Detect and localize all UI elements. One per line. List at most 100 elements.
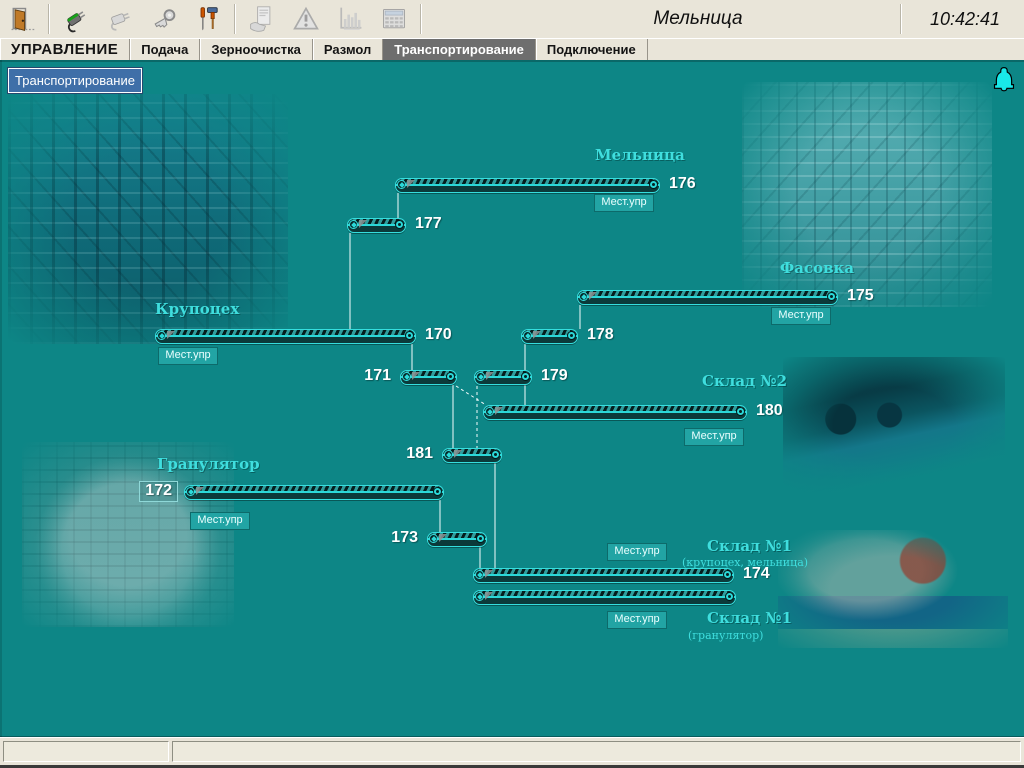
disconnect-plug-icon bbox=[98, 2, 142, 36]
conveyor-number-181: 181 bbox=[406, 445, 433, 463]
conveyor-176[interactable] bbox=[395, 178, 660, 193]
area-label: Гранулятор bbox=[157, 455, 260, 473]
local-control-button[interactable]: Мест.упр bbox=[594, 194, 654, 212]
conveyor-173[interactable] bbox=[427, 532, 487, 547]
chute-icon bbox=[485, 592, 493, 600]
conveyor-number-178: 178 bbox=[587, 326, 614, 344]
mimic-area: 176177175170178171179180181172173174Мест… bbox=[0, 60, 1024, 737]
conveyor-roller-right-icon bbox=[395, 220, 404, 229]
toolbar-separator bbox=[48, 4, 50, 34]
local-control-button[interactable]: Мест.упр bbox=[684, 428, 744, 446]
conveyor-roller-right-icon bbox=[725, 592, 734, 601]
conveyor-roller-right-icon bbox=[476, 534, 485, 543]
conveyor-175[interactable] bbox=[577, 290, 838, 305]
conveyor-roller-left-icon bbox=[444, 450, 453, 459]
local-control-button[interactable]: Мест.упр bbox=[607, 543, 667, 561]
alarm-triangle-icon bbox=[284, 2, 328, 36]
conveyor-roller-left-icon bbox=[157, 331, 166, 340]
conveyor-number-180: 180 bbox=[756, 402, 783, 420]
toolbar: Мельница 10:42:41 bbox=[0, 0, 1024, 39]
local-control-button[interactable]: Мест.упр bbox=[190, 512, 250, 530]
conveyor-roller-left-icon bbox=[402, 372, 411, 381]
conveyor-number-179: 179 bbox=[541, 367, 568, 385]
chute-icon bbox=[485, 570, 493, 578]
conveyor-number-173: 173 bbox=[391, 529, 418, 547]
conveyor-roller-right-icon bbox=[567, 331, 576, 340]
report-hand-icon bbox=[240, 2, 284, 36]
window-title: Мельница bbox=[653, 8, 742, 29]
local-control-button[interactable]: Мест.упр bbox=[771, 307, 831, 325]
area-label: Склад №2 bbox=[702, 372, 787, 390]
chute-icon bbox=[454, 450, 462, 458]
conveyor-number-177: 177 bbox=[415, 215, 442, 233]
tab-зерноочистка[interactable]: Зерноочистка bbox=[200, 39, 313, 61]
conveyor-181[interactable] bbox=[442, 448, 502, 463]
conveyor-number-175: 175 bbox=[847, 287, 874, 305]
key-icon[interactable] bbox=[142, 2, 186, 36]
chute-icon bbox=[407, 180, 415, 188]
conveyor-179[interactable] bbox=[474, 370, 532, 385]
conveyor-172[interactable] bbox=[184, 485, 444, 500]
conveyor-roller-right-icon bbox=[649, 180, 658, 189]
tab-подключение[interactable]: Подключение bbox=[536, 39, 648, 61]
conveyor-sklad1-granulator[interactable] bbox=[473, 590, 736, 605]
status-bar bbox=[0, 737, 1024, 766]
conveyor-roller-left-icon bbox=[397, 180, 406, 189]
area-label: Крупоцех bbox=[155, 300, 239, 318]
toolbar-separator bbox=[234, 4, 236, 34]
conveyor-180[interactable] bbox=[483, 405, 747, 420]
conveyor-number-170: 170 bbox=[425, 326, 452, 344]
exit-door-icon[interactable] bbox=[0, 2, 44, 36]
connect-plug-icon[interactable] bbox=[54, 2, 98, 36]
conveyor-diagram: 176177175170178171179180181172173174Мест… bbox=[0, 60, 1024, 737]
calculator-icon bbox=[372, 2, 416, 36]
toolbar-separator bbox=[900, 4, 902, 34]
local-control-button[interactable]: Мест.упр bbox=[607, 611, 667, 629]
conveyor-174[interactable] bbox=[473, 568, 734, 583]
conveyor-number-176: 176 bbox=[669, 175, 696, 193]
chute-icon bbox=[359, 220, 367, 228]
conveyor-170[interactable] bbox=[155, 329, 416, 344]
area-sublabel: (гранулятор) bbox=[688, 629, 763, 642]
chute-icon bbox=[439, 534, 447, 542]
toolbar-icon-group bbox=[0, 0, 426, 38]
conveyor-number-172: 172 bbox=[139, 481, 178, 502]
conveyor-roller-left-icon bbox=[485, 407, 494, 416]
area-sublabel: (крупоцех, мельница) bbox=[682, 556, 808, 569]
conveyor-roller-left-icon bbox=[475, 592, 484, 601]
tab-bar: УПРАВЛЕНИЕПодачаЗерноочисткаРазмолТрансп… bbox=[0, 38, 1024, 61]
chute-icon bbox=[167, 331, 175, 339]
local-control-button[interactable]: Мест.упр bbox=[158, 347, 218, 365]
conveyor-177[interactable] bbox=[347, 218, 406, 233]
chute-icon bbox=[196, 487, 204, 495]
tab-управление[interactable]: УПРАВЛЕНИЕ bbox=[0, 39, 130, 61]
chute-icon bbox=[533, 331, 541, 339]
chute-icon bbox=[412, 372, 420, 380]
conveyor-171[interactable] bbox=[400, 370, 457, 385]
conveyor-roller-left-icon bbox=[523, 331, 532, 340]
conveyor-roller-left-icon bbox=[429, 534, 438, 543]
conveyor-roller-left-icon bbox=[475, 570, 484, 579]
area-label: Склад №1 bbox=[707, 537, 792, 555]
toolbar-separator bbox=[420, 4, 422, 34]
conveyor-roller-right-icon bbox=[491, 450, 500, 459]
conveyor-roller-left-icon bbox=[349, 220, 358, 229]
alarm-bell-icon[interactable] bbox=[991, 66, 1017, 94]
status-panel-right bbox=[172, 741, 1021, 762]
tab-подача[interactable]: Подача bbox=[130, 39, 200, 61]
area-label: Фасовка bbox=[780, 259, 854, 277]
conveyor-roller-right-icon bbox=[827, 292, 836, 301]
conveyor-roller-left-icon bbox=[186, 487, 195, 496]
area-label: Мельница bbox=[595, 146, 685, 164]
conveyor-roller-right-icon bbox=[521, 372, 530, 381]
tools-icon[interactable] bbox=[186, 2, 230, 36]
status-panel-left bbox=[3, 741, 169, 762]
chute-icon bbox=[495, 407, 503, 415]
chute-icon bbox=[486, 372, 494, 380]
tab-размол[interactable]: Размол bbox=[313, 39, 383, 61]
clock: 10:42:41 bbox=[930, 9, 1000, 29]
screen-title-button[interactable]: Транспортирование bbox=[8, 68, 142, 93]
conveyor-roller-right-icon bbox=[736, 407, 745, 416]
tab-транспортирование[interactable]: Транспортирование bbox=[383, 39, 536, 61]
conveyor-178[interactable] bbox=[521, 329, 578, 344]
